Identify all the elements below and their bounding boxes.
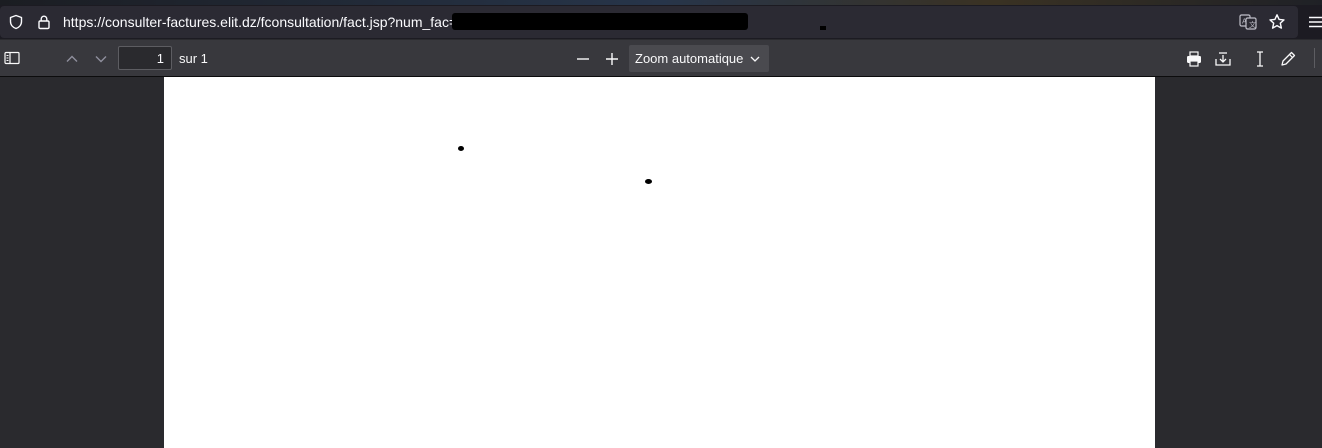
address-bar[interactable]: https://consulter-factures.elit.dz/fcons… [0,6,1298,38]
text-cursor-icon[interactable] [1251,50,1269,68]
chevron-up-icon[interactable] [64,51,80,67]
page-number-input[interactable] [118,46,172,70]
redacted-url-part [452,13,748,30]
plus-icon[interactable] [604,51,620,67]
url-text[interactable]: https://consulter-factures.elit.dz/fcons… [63,6,457,38]
chevron-down-icon[interactable] [93,51,109,67]
zoom-select-label: Zoom automatique [635,51,744,66]
page-count-label: sur 1 [179,51,208,66]
pdf-toolbar: sur 1 Zoom automatique [0,40,1322,77]
svg-text:文: 文 [1249,20,1256,29]
sidebar-toggle-icon[interactable] [3,50,21,66]
pdf-viewer-area[interactable] [0,77,1322,448]
svg-text:A: A [1242,18,1247,26]
page-dot-mark [645,179,652,184]
minus-icon[interactable] [575,51,591,67]
toolbar-separator [1314,48,1315,68]
page-dot-mark [458,146,464,151]
browser-urlbar: https://consulter-factures.elit.dz/fcons… [0,5,1322,39]
download-icon[interactable] [1214,50,1232,68]
chevron-down-icon [749,53,761,68]
zoom-select[interactable]: Zoom automatique [629,45,769,72]
shield-icon[interactable] [8,14,24,30]
pdf-page[interactable] [164,77,1155,448]
pen-icon[interactable] [1279,50,1297,68]
translate-icon[interactable]: A文 [1239,14,1257,30]
print-icon[interactable] [1185,50,1203,68]
menu-icon[interactable] [1306,14,1322,30]
redacted-mark [820,26,826,30]
star-icon[interactable] [1268,13,1286,31]
lock-icon[interactable] [36,14,52,30]
